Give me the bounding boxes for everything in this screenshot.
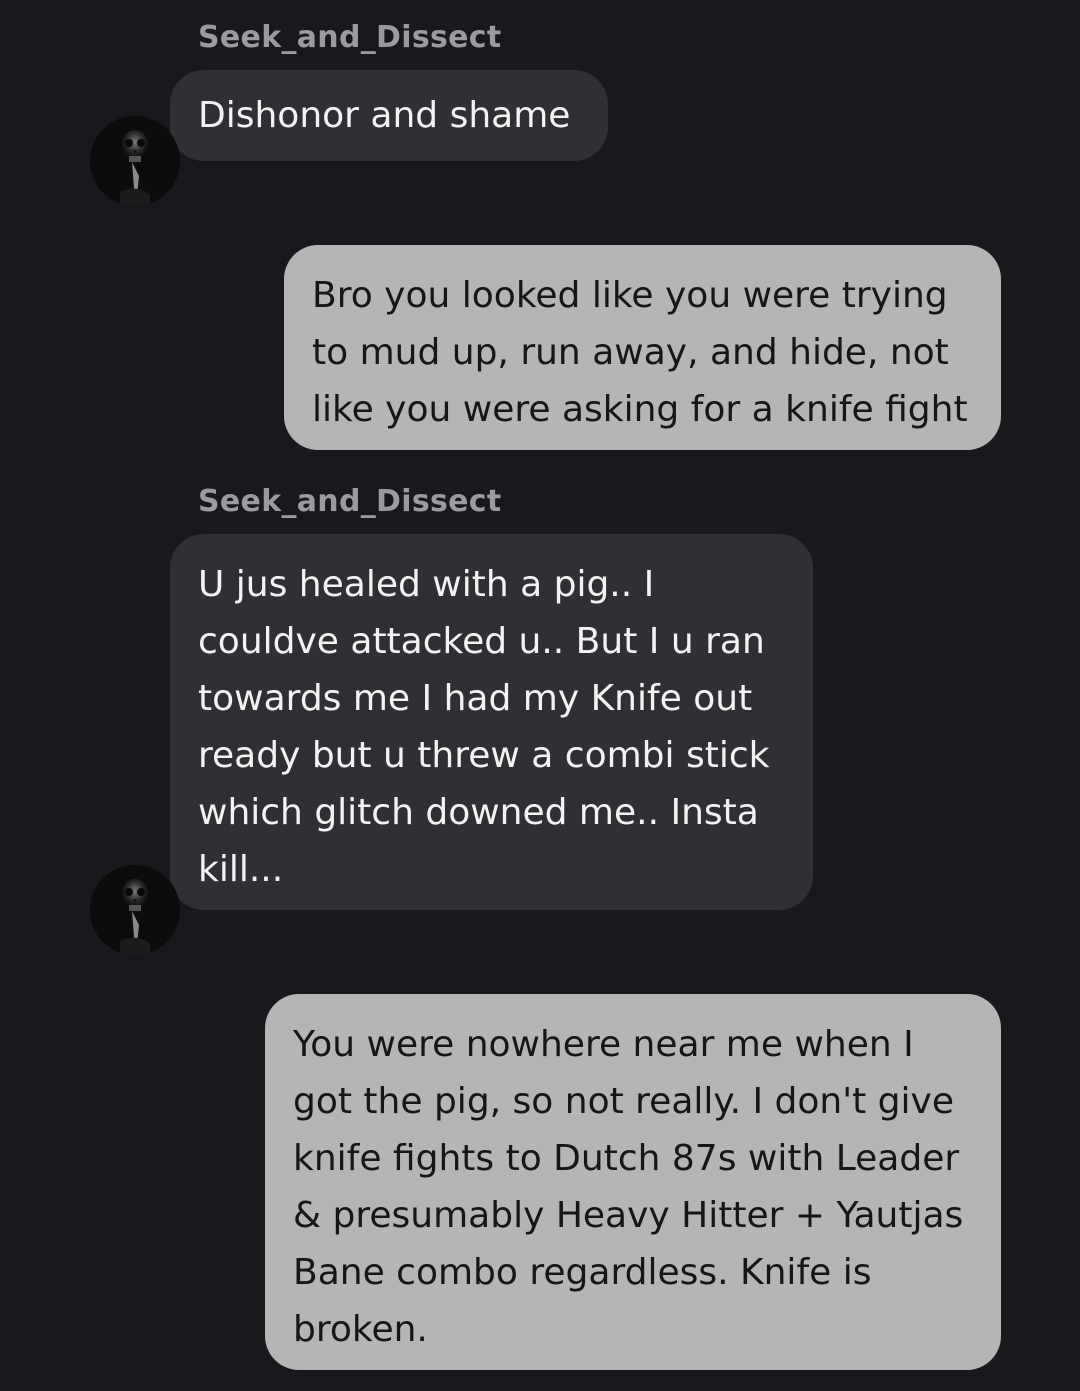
sender-name: Seek_and_Dissect (198, 484, 502, 519)
skull-shush-avatar-icon (90, 116, 180, 206)
message-bubble-incoming[interactable]: U jus healed with a pig.. I couldve atta… (170, 534, 813, 910)
message-bubble-incoming[interactable]: Dishonor and shame (170, 70, 608, 161)
sender-name: Seek_and_Dissect (198, 20, 502, 55)
message-bubble-outgoing[interactable]: You were nowhere near me when I got the … (265, 994, 1001, 1370)
sender-avatar[interactable] (90, 116, 180, 206)
message-bubble-outgoing[interactable]: Bro you looked like you were trying to m… (284, 245, 1001, 450)
sender-avatar[interactable] (90, 865, 180, 955)
skull-shush-avatar-icon (90, 865, 180, 955)
